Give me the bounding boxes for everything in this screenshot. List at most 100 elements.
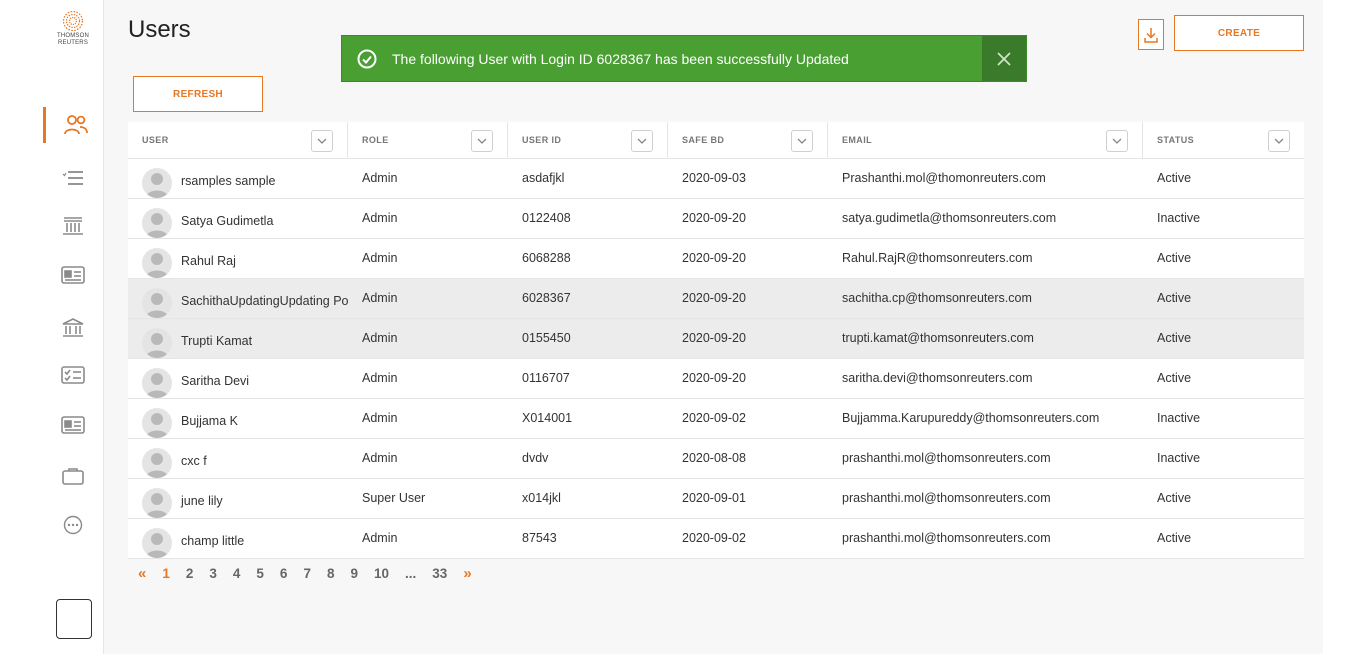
user-name[interactable]: Bujjama K [181,408,238,428]
pagination-prev[interactable]: « [138,565,146,582]
users-icon [64,115,88,135]
user-name[interactable]: Trupti Kamat [181,328,252,348]
sidebar-item-users[interactable] [43,107,106,143]
avatar-placeholder-icon [146,453,168,478]
chevron-down-icon [1112,138,1122,144]
cell-role: Admin [362,211,398,225]
sidebar-item-id-card-alt[interactable] [43,407,103,443]
table-row[interactable]: cxc f Admin dvdv 2020-08-08 prashanthi.mol@t… [128,439,1304,479]
table-row[interactable]: Saritha Devi Admin 0116707 2020-09-20 sarith… [128,359,1304,399]
sidebar-item-briefcase[interactable] [43,458,103,494]
pagination-page[interactable]: 9 [350,566,358,581]
pagination-page[interactable]: 3 [209,566,217,581]
pagination-page[interactable]: 7 [303,566,311,581]
cell-status: Active [1157,371,1192,385]
avatar [142,488,172,518]
sidebar-item-institution[interactable] [43,310,103,346]
download-icon [1144,27,1158,43]
id-card-icon [61,266,85,284]
chevron-down-icon [1274,138,1284,144]
logo-text-line1: THOMSON [56,33,90,39]
logo-text-line2: REUTERS [57,40,89,46]
cell-safe-bd: 2020-09-20 [682,291,746,305]
column-filter-button[interactable] [631,130,653,152]
cell-user-id: 6068288 [522,251,571,265]
table-row[interactable]: rsamples sample Admin asdafjkl 2020-09-03 Pr… [128,159,1304,199]
cell-status: Active [1157,531,1192,545]
sidebar-item-checklist[interactable] [43,357,103,393]
cell-user-id: asdafjkl [522,171,565,185]
cell-user: rsamples sample [128,159,348,198]
pagination-page[interactable]: 1 [162,566,170,581]
table-row[interactable]: Rahul Raj Admin 6068288 2020-09-20 Rahul.Raj… [128,239,1304,279]
cell-role: Admin [362,171,398,185]
avatar-placeholder-icon [146,253,168,278]
pagination-page[interactable]: 10 [374,566,389,581]
user-name[interactable]: champ little [181,528,244,548]
user-name[interactable]: june lily [181,488,223,508]
avatar [142,408,172,438]
sidebar-item-list[interactable] [43,160,103,196]
cell-role: Admin [362,331,398,345]
main-content: Users CREATE REFRESH The following User … [103,0,1323,654]
cell-user: Rahul Raj [128,239,348,278]
cell-role: Admin [362,371,398,385]
cell-role: Admin [362,411,398,425]
cell-status: Inactive [1157,211,1201,225]
user-name[interactable]: Saritha Devi [181,368,249,388]
cell-safe-bd: 2020-08-08 [682,451,746,465]
column-filter-button[interactable] [791,130,813,152]
sidebar-item-id-card[interactable] [43,257,103,293]
table-row[interactable]: Satya Gudimetla Admin 0122408 2020-09-20 sat… [128,199,1304,239]
chevron-down-icon [797,138,807,144]
cell-safe-bd: 2020-09-20 [682,211,746,225]
refresh-button[interactable]: REFRESH [133,76,263,112]
avatar-placeholder-icon [146,293,168,318]
user-name[interactable]: SachithaUpdatingUpdating Po [181,288,348,308]
cell-email: Prashanthi.mol@thomonreuters.com [842,171,1046,185]
user-name[interactable]: cxc f [181,448,207,468]
table-row[interactable]: Bujjama K Admin X014001 2020-09-02 Bujjamma.… [128,399,1304,439]
table-row[interactable]: SachithaUpdatingUpdating Po Admin 6028367 2… [128,279,1304,319]
table-row[interactable]: Trupti Kamat Admin 0155450 2020-09-20 trupti… [128,319,1304,359]
table-row[interactable]: champ little Admin 87543 2020-09-02 prashant… [128,519,1304,559]
column-filter-button[interactable] [1106,130,1128,152]
cell-email: Bujjamma.Karupureddy@thomsonreuters.com [842,411,1100,425]
avatar [142,328,172,358]
table-row[interactable]: june lily Super User x014jkl 2020-09-01 pras… [128,479,1304,519]
column-filter-button[interactable] [1268,130,1290,152]
list-icon [62,171,83,185]
download-button[interactable] [1138,19,1164,50]
user-name[interactable]: Rahul Raj [181,248,236,268]
cell-status: Active [1157,291,1192,305]
pagination-ellipsis[interactable]: ... [405,566,416,581]
pagination-page[interactable]: 8 [327,566,335,581]
user-name[interactable]: Satya Gudimetla [181,208,273,228]
thomson-reuters-logo: THOMSON REUTERS [49,10,97,54]
checklist-icon [61,366,85,384]
avatar [142,528,172,558]
sidebar-item-bank[interactable] [43,208,103,244]
sidebar-item-more[interactable] [43,507,103,543]
pagination-page[interactable]: 33 [432,566,447,581]
create-button[interactable]: CREATE [1174,15,1304,51]
cell-email: saritha.devi@thomsonreuters.com [842,371,1033,385]
cell-user: Saritha Devi [128,359,348,398]
close-icon [997,51,1011,66]
pagination-page[interactable]: 5 [256,566,264,581]
pagination-page[interactable]: 6 [280,566,288,581]
sidebar-bottom-widget[interactable] [56,599,92,639]
column-filter-button[interactable] [311,130,333,152]
toast-close-button[interactable] [982,36,1026,81]
pagination-page[interactable]: 2 [186,566,194,581]
cell-user-id: 87543 [522,531,557,545]
column-filter-button[interactable] [471,130,493,152]
cell-user: Bujjama K [128,399,348,438]
column-header-user: USER [128,122,348,158]
pagination-page[interactable]: 4 [233,566,241,581]
cell-user-id: 0116707 [522,371,570,385]
cell-role: Admin [362,531,398,545]
pagination-next[interactable]: » [463,565,471,582]
cell-safe-bd: 2020-09-20 [682,251,746,265]
user-name[interactable]: rsamples sample [181,168,275,188]
